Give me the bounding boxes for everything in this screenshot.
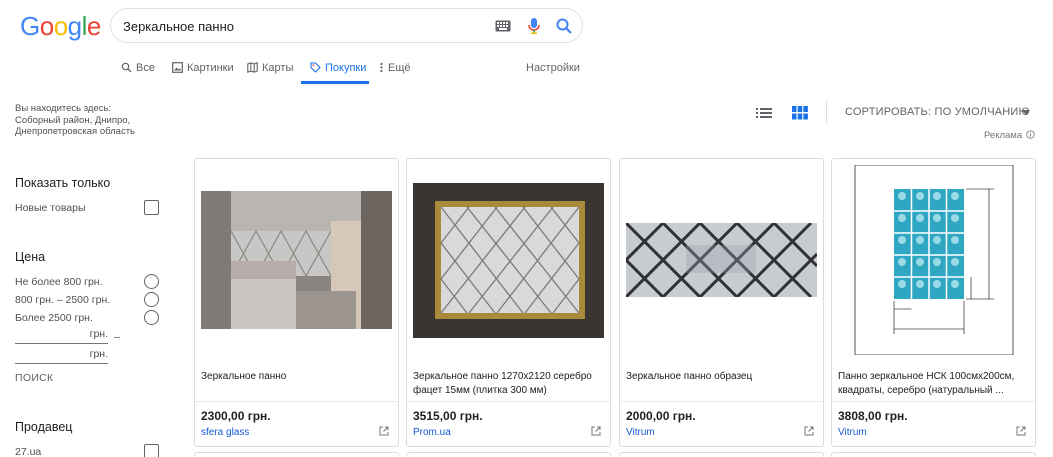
- product-image[interactable]: [201, 165, 392, 355]
- keyboard-icon[interactable]: [495, 20, 511, 32]
- image-icon: [172, 62, 183, 73]
- settings-link[interactable]: Настройки: [526, 62, 580, 74]
- product-title[interactable]: Панно зеркальное НСК 100смх200см, квадра…: [838, 370, 1028, 398]
- price-max-input[interactable]: грн.: [15, 348, 108, 364]
- caret-down-icon[interactable]: [1022, 110, 1030, 115]
- product-photo-room: [201, 191, 392, 329]
- card-divider: [832, 401, 1035, 402]
- product-price: 2000,00 грн.: [626, 409, 696, 423]
- currency-label: грн.: [89, 328, 108, 340]
- external-link-icon[interactable]: [591, 426, 601, 436]
- price-min-input[interactable]: грн.: [15, 328, 108, 344]
- tab-images[interactable]: Картинки: [172, 54, 234, 84]
- product-card[interactable]: Зеркальное панно образец 2000,00 грн. Vi…: [619, 158, 824, 447]
- tab-label: Все: [136, 62, 155, 74]
- filter-heading-price: Цена: [15, 250, 46, 264]
- seller-option-label[interactable]: 27.ua: [15, 446, 41, 457]
- search-icon: [121, 62, 132, 73]
- price-range-dash: –: [114, 331, 120, 343]
- search-icon[interactable]: [555, 17, 573, 35]
- product-title[interactable]: Зеркальное панно: [201, 370, 391, 398]
- tab-all[interactable]: Все: [121, 54, 155, 84]
- filter-heading-seller: Продавец: [15, 420, 73, 434]
- card-divider: [620, 401, 823, 402]
- seller-checkbox[interactable]: [144, 444, 159, 457]
- location-line[interactable]: Днепропетровская область: [15, 126, 185, 138]
- product-card-next-row[interactable]: [831, 452, 1036, 457]
- product-photo-mirror-tiles-diagram: [854, 165, 1013, 355]
- grid-view-icon[interactable]: [792, 106, 808, 120]
- product-image[interactable]: [413, 165, 604, 355]
- ads-label: Реклама: [984, 130, 1023, 141]
- product-card[interactable]: Панно зеркальное НСК 100смх200см, квадра…: [831, 158, 1036, 447]
- product-photo-mirror-sample: [626, 223, 817, 297]
- product-price: 3808,00 грн.: [838, 409, 908, 423]
- price-option-radio[interactable]: [144, 292, 159, 307]
- new-items-checkbox[interactable]: [144, 200, 159, 215]
- product-price: 3515,00 грн.: [413, 409, 483, 423]
- tab-label: Картинки: [187, 62, 234, 74]
- tab-maps[interactable]: Карты: [247, 54, 293, 84]
- toolbar-divider: [826, 101, 827, 123]
- price-search-button[interactable]: ПОИСК: [15, 372, 53, 384]
- info-icon[interactable]: [1026, 130, 1035, 139]
- external-link-icon[interactable]: [1016, 426, 1026, 436]
- product-image[interactable]: [838, 165, 1029, 355]
- tab-label: Карты: [262, 62, 294, 74]
- map-icon: [247, 62, 258, 73]
- external-link-icon[interactable]: [379, 426, 389, 436]
- sort-dropdown[interactable]: СОРТИРОВАТЬ: ПО УМОЛЧАНИЮ: [845, 106, 1030, 118]
- product-title[interactable]: Зеркальное панно образец: [626, 370, 816, 398]
- product-card-next-row[interactable]: [194, 452, 399, 457]
- merchant-link[interactable]: Vitrum: [626, 427, 655, 438]
- currency-label: грн.: [89, 348, 108, 360]
- product-image[interactable]: [626, 165, 817, 355]
- merchant-link[interactable]: Prom.ua: [413, 427, 451, 438]
- tab-label: Покупки: [325, 62, 367, 74]
- search-box: [110, 8, 583, 43]
- logo-letter: g: [67, 11, 82, 41]
- merchant-link[interactable]: Vitrum: [838, 427, 867, 438]
- product-card[interactable]: Зеркальное панно 1270х2120 серебро фацет…: [406, 158, 611, 447]
- tab-label: Ещё: [388, 62, 411, 74]
- more-vert-icon: [380, 62, 383, 73]
- merchant-link[interactable]: sfera glass: [201, 427, 249, 438]
- filter-new-items-label[interactable]: Новые товары: [15, 202, 86, 214]
- filter-heading-show-only: Показать только: [15, 176, 111, 190]
- price-option-radio[interactable]: [144, 274, 159, 289]
- logo-letter: G: [20, 11, 40, 41]
- card-divider: [407, 401, 610, 402]
- microphone-icon[interactable]: [527, 17, 541, 35]
- location-line: Вы находитесь здесь:: [15, 103, 112, 114]
- price-option-label[interactable]: Не более 800 грн.: [15, 276, 103, 288]
- product-price: 2300,00 грн.: [201, 409, 271, 423]
- product-title[interactable]: Зеркальное панно 1270х2120 серебро фацет…: [413, 370, 603, 398]
- location-info: Вы находитесь здесь: Соборный район, Дни…: [15, 103, 185, 138]
- location-line[interactable]: Соборный район, Днипро,: [15, 115, 185, 127]
- price-option-label[interactable]: 800 грн. – 2500 грн.: [15, 294, 110, 306]
- card-divider: [195, 401, 398, 402]
- price-option-radio[interactable]: [144, 310, 159, 325]
- google-logo[interactable]: Google: [20, 11, 101, 42]
- price-option-label[interactable]: Более 2500 грн.: [15, 312, 93, 324]
- product-card-next-row[interactable]: [406, 452, 611, 457]
- tab-shopping[interactable]: Покупки: [301, 54, 369, 84]
- tab-more[interactable]: Ещё: [379, 54, 411, 84]
- list-view-icon[interactable]: [756, 107, 772, 119]
- external-link-icon[interactable]: [804, 426, 814, 436]
- logo-letter: e: [86, 11, 101, 41]
- product-card-next-row[interactable]: [619, 452, 824, 457]
- tag-icon: [310, 62, 321, 73]
- logo-letter: o: [39, 11, 54, 41]
- product-card[interactable]: Зеркальное панно 2300,00 грн. sfera glas…: [194, 158, 399, 447]
- logo-letter: o: [53, 11, 68, 41]
- search-input[interactable]: [123, 16, 483, 36]
- product-photo-framed-mirror: [413, 182, 604, 338]
